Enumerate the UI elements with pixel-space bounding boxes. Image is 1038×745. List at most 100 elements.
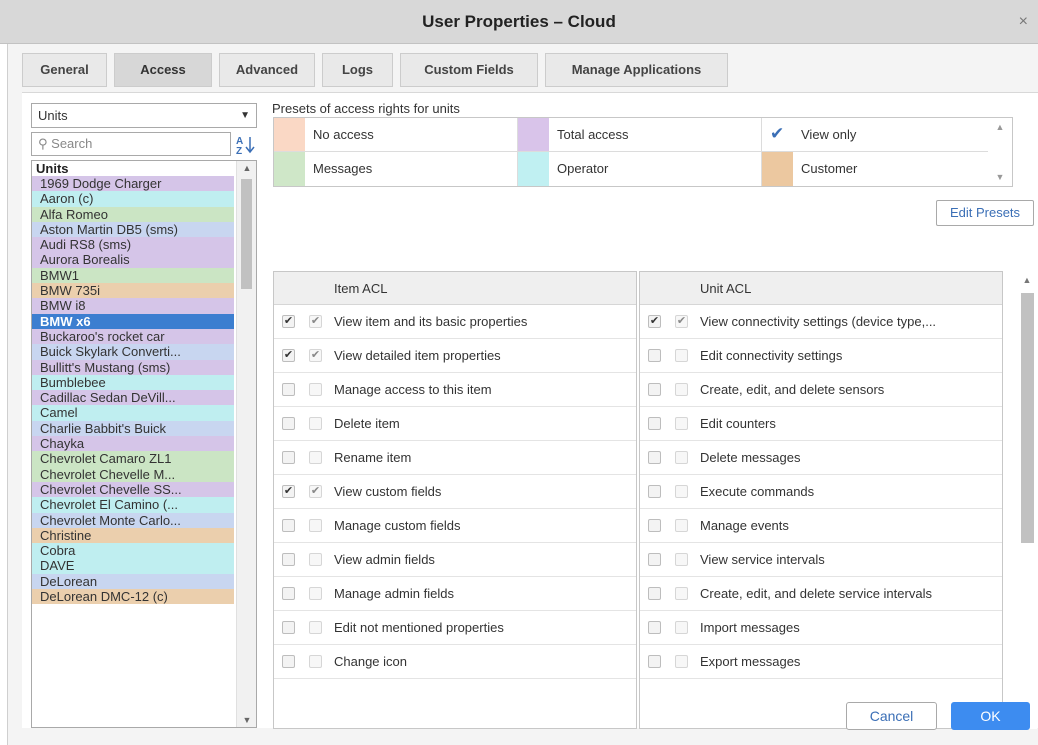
acl-checkbox[interactable] [282, 587, 295, 600]
unit-list-scrollbar[interactable]: ▲ ▼ [236, 161, 256, 727]
acl-checkbox[interactable] [282, 655, 295, 668]
acl-checkbox[interactable]: ✔ [282, 315, 295, 328]
unit-list-item[interactable]: Buckaroo's rocket car [32, 328, 234, 345]
acl-row[interactable]: Manage events [640, 509, 1002, 543]
acl-checkbox[interactable] [648, 621, 661, 634]
unit-list-item[interactable]: Cobra [32, 543, 234, 559]
unit-list-item[interactable]: Chayka [32, 436, 234, 452]
unit-list-item[interactable]: Aaron (c) [32, 191, 234, 207]
tab-manage-applications[interactable]: Manage Applications [545, 53, 728, 87]
acl-checkbox[interactable]: ✔ [648, 315, 661, 328]
scroll-down-icon[interactable]: ▼ [988, 172, 1012, 182]
acl-row[interactable]: Import messages [640, 611, 1002, 645]
unit-list-item[interactable]: Chevrolet Monte Carlo... [32, 512, 234, 528]
acl-row[interactable]: View admin fields [274, 543, 636, 577]
acl-checkbox[interactable] [648, 485, 661, 498]
preset-total-access[interactable]: Total access [518, 118, 762, 152]
unit-list-item[interactable]: Chevrolet Chevelle SS... [32, 481, 234, 498]
acl-checkbox[interactable] [648, 553, 661, 566]
close-icon[interactable]: × [1019, 14, 1028, 30]
acl-row[interactable]: Export messages [640, 645, 1002, 679]
tab-access[interactable]: Access [114, 53, 212, 87]
acl-scrollbar[interactable]: ▲ ▼ [1017, 271, 1037, 729]
acl-row[interactable]: ✔ ✔ View item and its basic properties [274, 305, 636, 339]
scroll-thumb[interactable] [1021, 293, 1034, 543]
unit-list-item[interactable]: DeLorean [32, 573, 234, 590]
scroll-thumb[interactable] [241, 179, 252, 289]
acl-checkbox[interactable] [648, 417, 661, 430]
acl-row[interactable]: Edit connectivity settings [640, 339, 1002, 373]
acl-checkbox[interactable] [282, 383, 295, 396]
scroll-up-icon[interactable]: ▲ [237, 163, 256, 173]
acl-checkbox[interactable] [282, 451, 295, 464]
tab-general[interactable]: General [22, 53, 107, 87]
unit-list-item[interactable]: BMW x6 [32, 313, 234, 329]
preset-customer[interactable]: Customer [762, 152, 990, 186]
acl-checkbox[interactable] [648, 383, 661, 396]
acl-row[interactable]: Create, edit, and delete sensors [640, 373, 1002, 407]
acl-row[interactable]: Edit not mentioned properties [274, 611, 636, 645]
unit-list-item[interactable]: Bullitt's Mustang (sms) [32, 359, 234, 375]
scroll-down-icon[interactable]: ▼ [237, 715, 256, 725]
acl-row[interactable]: Delete messages [640, 441, 1002, 475]
acl-checkbox[interactable] [282, 553, 295, 566]
sort-az-icon[interactable]: A Z [235, 133, 257, 157]
acl-row[interactable]: View service intervals [640, 543, 1002, 577]
cancel-button[interactable]: Cancel [846, 702, 937, 730]
unit-list-item[interactable]: Alfa Romeo [32, 206, 234, 222]
acl-row[interactable]: ✔ ✔ View detailed item properties [274, 339, 636, 373]
unit-list-item[interactable]: Bumblebee [32, 374, 234, 391]
acl-checkbox[interactable] [648, 655, 661, 668]
acl-row[interactable]: Change icon [274, 645, 636, 679]
unit-list-item[interactable]: Cadillac Sedan DeVill... [32, 390, 234, 406]
acl-checkbox[interactable]: ✔ [282, 485, 295, 498]
unit-list-item[interactable]: 1969 Dodge Charger [32, 176, 234, 192]
unit-list-item[interactable]: Aurora Borealis [32, 252, 234, 268]
acl-row[interactable]: ✔ ✔ View connectivity settings (device typ… [640, 305, 1002, 339]
scroll-up-icon[interactable]: ▲ [988, 122, 1012, 132]
unit-list-item[interactable]: BMW i8 [32, 298, 234, 314]
unit-list-item[interactable]: DeLorean DMC-12 (c) [32, 589, 234, 605]
scroll-up-icon[interactable]: ▲ [1017, 275, 1037, 285]
unit-list-item[interactable]: Chevrolet Chevelle M... [32, 466, 234, 482]
acl-row[interactable]: Execute commands [640, 475, 1002, 509]
tab-logs[interactable]: Logs [322, 53, 393, 87]
preset-operator[interactable]: Operator [518, 152, 762, 186]
ok-button[interactable]: OK [951, 702, 1030, 730]
acl-checkbox[interactable] [648, 519, 661, 532]
acl-row[interactable]: Manage admin fields [274, 577, 636, 611]
acl-row[interactable]: Rename item [274, 441, 636, 475]
acl-checkbox[interactable] [648, 451, 661, 464]
unit-list-item[interactable]: Christine [32, 527, 234, 544]
presets-scrollbar[interactable]: ▲ ▼ [988, 118, 1012, 186]
acl-row[interactable]: ✔ ✔ View custom fields [274, 475, 636, 509]
acl-row[interactable]: Edit counters [640, 407, 1002, 441]
acl-checkbox[interactable] [282, 519, 295, 532]
acl-checkbox[interactable] [282, 417, 295, 430]
search-input[interactable]: ⚲ Search [31, 132, 231, 156]
acl-row[interactable]: Delete item [274, 407, 636, 441]
unit-list-item[interactable]: Audi RS8 (sms) [32, 237, 234, 253]
preset-view-only[interactable]: ✔ View only [762, 118, 990, 152]
unit-list-item[interactable]: Aston Martin DB5 (sms) [32, 221, 234, 238]
acl-checkbox[interactable] [648, 349, 661, 362]
tab-advanced[interactable]: Advanced [219, 53, 315, 87]
unit-list-item[interactable]: Buick Skylark Converti... [32, 344, 234, 360]
acl-checkbox[interactable] [648, 587, 661, 600]
edit-presets-button[interactable]: Edit Presets [936, 200, 1034, 226]
tab-custom-fields[interactable]: Custom Fields [400, 53, 538, 87]
acl-checkbox[interactable]: ✔ [282, 349, 295, 362]
unit-list-item[interactable]: Chevrolet Camaro ZL1 [32, 451, 234, 467]
unit-list-item[interactable]: BMW1 [32, 267, 234, 284]
unit-list-item[interactable]: Charlie Babbit's Buick [32, 420, 234, 437]
unit-list-item[interactable]: DAVE [32, 558, 234, 574]
unit-list-item[interactable]: BMW 735i [32, 283, 234, 299]
unit-list-item[interactable]: Chevrolet El Camino (... [32, 497, 234, 513]
unit-list-item[interactable]: Camel [32, 405, 234, 421]
preset-messages[interactable]: Messages [274, 152, 518, 186]
item-type-select[interactable]: Units ▼ [31, 103, 257, 128]
acl-row[interactable]: Manage custom fields [274, 509, 636, 543]
acl-row[interactable]: Create, edit, and delete service interva… [640, 577, 1002, 611]
acl-row[interactable]: Manage access to this item [274, 373, 636, 407]
acl-checkbox[interactable] [282, 621, 295, 634]
